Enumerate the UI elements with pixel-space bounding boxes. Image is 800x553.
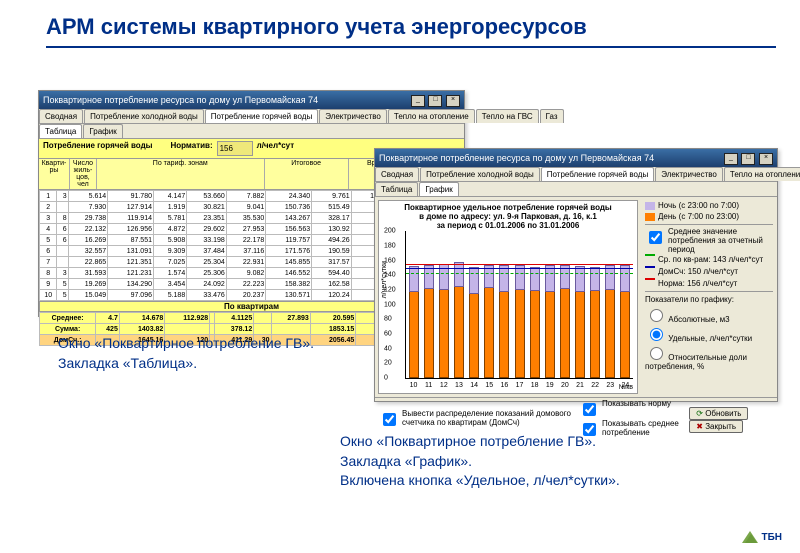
tab-3[interactable]: Электричество [319, 109, 387, 123]
label-shownorm: Показывать норму [602, 400, 671, 409]
resource-tabs: СводнаяПотребление холодной водыПотребле… [39, 109, 464, 124]
subtab-table[interactable]: Таблица [39, 124, 82, 138]
title-underline [46, 46, 776, 48]
resource-tabs: СводнаяПотребление холодной водыПотребле… [375, 167, 777, 182]
x-axis-label: №кв [619, 384, 633, 391]
logo: ТБН [742, 531, 782, 543]
group-tariff: По тариф. зонам [97, 159, 265, 189]
caption-table: Окно «Поквартирное потребление ГВ».Закла… [58, 334, 314, 373]
swatch-night [645, 202, 655, 210]
legend-night: Ночь (с 23:00 по 7:00) [658, 201, 739, 210]
norm-input[interactable] [217, 141, 253, 156]
norm-label: Норматив: [170, 141, 212, 156]
maximize-icon[interactable]: □ [741, 153, 755, 165]
window-buttons: _ □ × [410, 93, 460, 107]
hotbar-label: Потребление горячей воды [43, 141, 152, 156]
window-title: Поквартирное потребление ресурса по дому… [43, 95, 318, 105]
tab-4[interactable]: Тепло на отопление [388, 109, 475, 123]
caption-chart: Окно «Поквартирное потребление ГВ».Закла… [340, 432, 620, 491]
tab-0[interactable]: Сводная [39, 109, 83, 123]
maximize-icon[interactable]: □ [428, 95, 442, 107]
radio-ud[interactable]: Удельные, л/чел*сутки [645, 325, 773, 344]
tab-6[interactable]: Газ [540, 109, 564, 123]
swatch-normline [645, 278, 655, 288]
legend-avgline: Ср. по кв-рам: 143 л/чел*сут [658, 255, 763, 264]
label-domdist: Вывести распределение показаний домового… [402, 410, 579, 428]
chart-title: Поквартирное удельное потребление горяче… [379, 201, 637, 231]
subtab-table[interactable]: Таблица [375, 182, 418, 196]
chart-pane: Поквартирное удельное потребление горяче… [378, 200, 638, 394]
tab-1[interactable]: Потребление холодной воды [420, 167, 540, 181]
titlebar[interactable]: Поквартирное потребление ресурса по дому… [375, 149, 777, 167]
swatch-domline [645, 266, 655, 276]
radio-group: Показатели по графику: Абсолютные, м3 Уд… [645, 295, 773, 371]
close-button[interactable]: ✖ Закрыть [689, 420, 743, 433]
titlebar[interactable]: Поквартирное потребление ресурса по дому… [39, 91, 464, 109]
radio-title: Показатели по графику: [645, 295, 773, 304]
radio-rel[interactable]: Относительные доли потребления, % [645, 344, 773, 372]
tab-0[interactable]: Сводная [375, 167, 419, 181]
minimize-icon[interactable]: _ [411, 95, 425, 107]
radio-abs[interactable]: Абсолютные, м3 [645, 306, 773, 325]
swatch-day [645, 213, 655, 221]
refresh-button[interactable]: ⟳ Обновить [689, 407, 748, 420]
minimize-icon[interactable]: _ [724, 153, 738, 165]
tab-4[interactable]: Тепло на отопление [724, 167, 800, 181]
legend-avg-label: Среднее значение потребления за отчетный… [668, 228, 773, 254]
close-icon[interactable]: × [759, 153, 773, 165]
tab-1[interactable]: Потребление холодной воды [84, 109, 204, 123]
col-people: Число жиль-цов, чел [70, 159, 97, 189]
plot-area: 0204060801001201401601802001011121314151… [405, 231, 633, 379]
norm-unit: л/чел*сут [257, 141, 295, 156]
group-total: Итоговое [265, 159, 349, 189]
chk-domdist[interactable] [383, 413, 396, 426]
chk-avg[interactable] [649, 231, 662, 244]
tab-2[interactable]: Потребление горячей воды [541, 167, 654, 181]
legend-domline: ДомСч: 150 л/чел*сут [658, 267, 738, 276]
legend-pane: Ночь (с 23:00 по 7:00) День (с 7:00 по 2… [641, 197, 777, 397]
tab-5[interactable]: Тепло на ГВС [476, 109, 539, 123]
tab-2[interactable]: Потребление горячей воды [205, 109, 318, 123]
window-chart: Поквартирное потребление ресурса по дому… [374, 148, 778, 402]
window-buttons: _ □ × [723, 151, 773, 165]
swatch-avgline [645, 254, 655, 264]
view-subtabs: Таблица График [39, 124, 464, 139]
slide-title: АРМ системы квартирного учета энергоресу… [0, 0, 800, 46]
col-apt: Кварти-ры [39, 159, 70, 189]
subtab-chart[interactable]: График [83, 124, 122, 138]
close-icon[interactable]: × [446, 95, 460, 107]
legend-normline: Норма: 156 л/чел*сут [658, 279, 737, 288]
chk-shownorm[interactable] [583, 403, 596, 416]
subtab-chart[interactable]: График [419, 182, 458, 196]
legend-day: День (с 7:00 по 23:00) [658, 212, 739, 221]
tab-3[interactable]: Электричество [655, 167, 723, 181]
window-title: Поквартирное потребление ресурса по дому… [379, 153, 654, 163]
view-subtabs: Таблица График [375, 182, 777, 197]
logo-icon [742, 531, 758, 543]
